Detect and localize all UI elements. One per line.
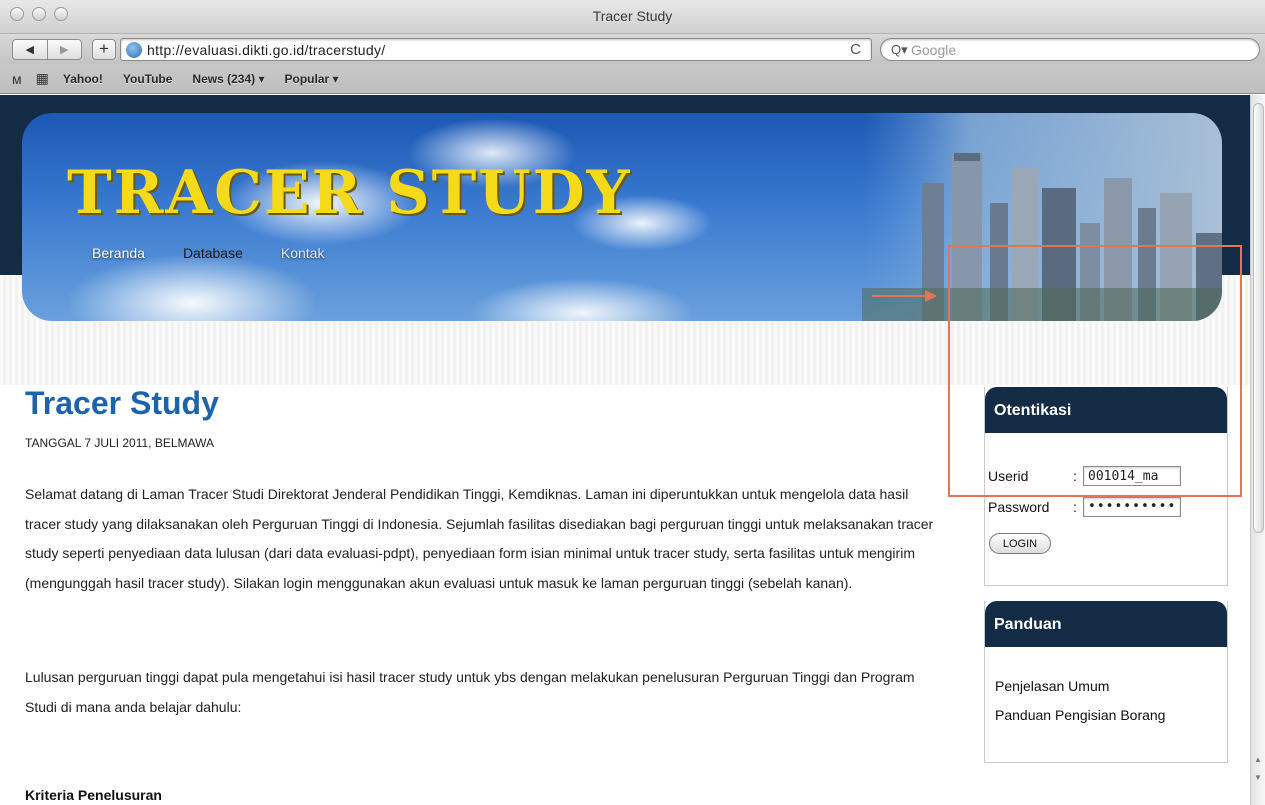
window-title: Tracer Study — [592, 8, 673, 24]
bookmark-news[interactable]: News (234) ▾ — [192, 72, 264, 86]
nav-link-kontak[interactable]: Kontak — [281, 245, 325, 261]
search-input[interactable]: Q▾ Google — [880, 38, 1260, 61]
password-label: Password — [988, 499, 1050, 515]
bookmark-yahoo[interactable]: Yahoo! — [63, 72, 103, 86]
globe-icon — [126, 42, 142, 58]
login-button[interactable]: LOGIN — [989, 533, 1051, 554]
annotation-arrow-line — [872, 295, 927, 297]
section-heading: Kriteria Penelusuran — [25, 787, 162, 803]
scroll-up-icon[interactable]: ▲ — [1254, 755, 1262, 764]
window-titlebar: Tracer Study — [0, 0, 1265, 34]
address-text: http://evaluasi.dikti.go.id/tracerstudy/ — [147, 42, 386, 58]
bookmarks-bar: ᴍ ▦ Yahoo! YouTube News (234) ▾ Popular … — [0, 64, 1265, 94]
bookmark-youtube[interactable]: YouTube — [123, 72, 173, 86]
guide-panel: Panduan Penjelasan Umum Panduan Pengisia… — [984, 601, 1228, 763]
search-placeholder: Google — [911, 42, 957, 58]
scroll-down-icon[interactable]: ▼ — [1254, 773, 1262, 782]
scroll-thumb[interactable] — [1253, 103, 1264, 533]
password-colon: : — [1073, 499, 1077, 515]
page-scrollbar[interactable]: ▲ ▼ — [1250, 95, 1265, 805]
post-meta: TANGGAL 7 JULI 2011, BELMAWA — [25, 436, 214, 450]
browser-toolbar: ◀ ▶ + http://evaluasi.dikti.go.id/tracer… — [0, 34, 1265, 64]
bookmark-popular[interactable]: Popular ▾ — [284, 72, 338, 86]
grid-icon[interactable]: ▦ — [36, 70, 49, 87]
annotation-highlight — [948, 245, 1242, 497]
history-nav: ◀ ▶ — [12, 39, 82, 60]
back-button[interactable]: ◀ — [13, 40, 47, 59]
annotation-arrow-head — [925, 290, 937, 302]
guide-panel-title: Panduan — [985, 601, 1227, 647]
add-bookmark-button[interactable]: + — [92, 39, 116, 60]
page-title: Tracer Study — [25, 385, 219, 421]
book-icon[interactable]: ᴍ — [12, 71, 22, 87]
guide-link-general[interactable]: Penjelasan Umum — [995, 678, 1109, 694]
site-title: TRACER STUDY — [67, 158, 632, 228]
nav-link-database[interactable]: Database — [183, 245, 243, 261]
forward-button[interactable]: ▶ — [46, 40, 82, 59]
web-page: TRACER STUDY Beranda Database Kontak Tra… — [0, 95, 1250, 805]
intro-paragraph: Selamat datang di Laman Tracer Studi Dir… — [25, 486, 934, 591]
search-icon[interactable]: Q▾ — [891, 42, 908, 58]
nav-link-beranda[interactable]: Beranda — [92, 245, 145, 261]
password-field[interactable]: •••••••••• — [1083, 497, 1181, 517]
address-bar[interactable]: http://evaluasi.dikti.go.id/tracerstudy/… — [120, 38, 872, 61]
search-intro-paragraph: Lulusan perguruan tinggi dapat pula meng… — [25, 669, 915, 715]
guide-link-form[interactable]: Panduan Pengisian Borang — [995, 707, 1165, 723]
site-nav: Beranda Database Kontak — [92, 245, 362, 261]
reload-icon[interactable]: C — [850, 41, 861, 58]
